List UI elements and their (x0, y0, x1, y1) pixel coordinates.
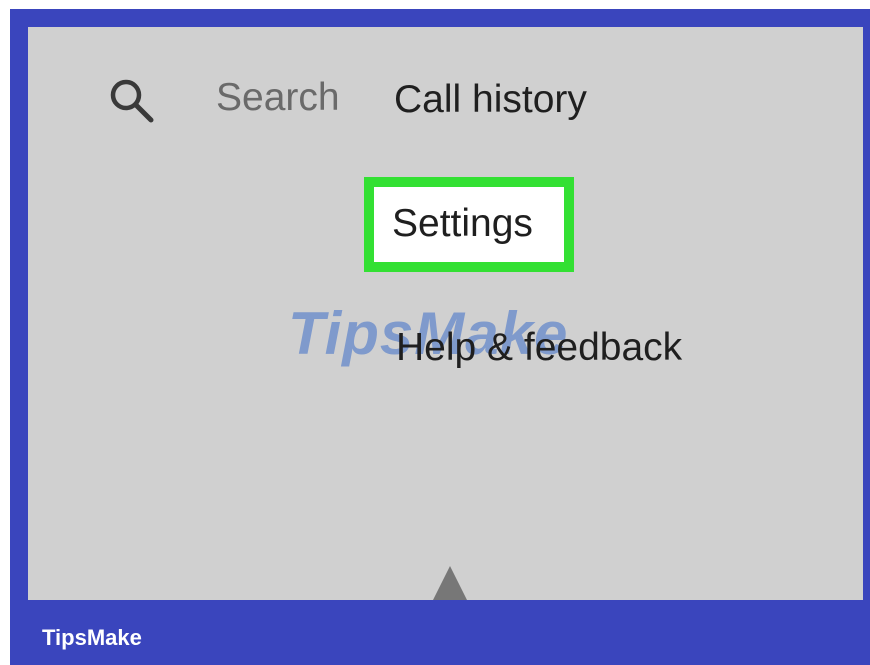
menu-item-settings[interactable]: Settings (392, 201, 533, 247)
menu-item-call-history[interactable]: Call history (394, 77, 587, 123)
menu-item-settings-container[interactable]: Settings (374, 187, 564, 262)
settings-highlight-box: Settings (364, 177, 574, 272)
search-label[interactable]: Search (216, 75, 340, 121)
footer-brand: TipsMake (42, 625, 142, 650)
phone-screen: Search Call history Settings TipsMake He… (28, 27, 863, 600)
pointer-arrow-icon (432, 566, 468, 600)
search-icon[interactable] (106, 75, 158, 127)
menu-item-help-feedback[interactable]: Help & feedback (396, 325, 682, 371)
